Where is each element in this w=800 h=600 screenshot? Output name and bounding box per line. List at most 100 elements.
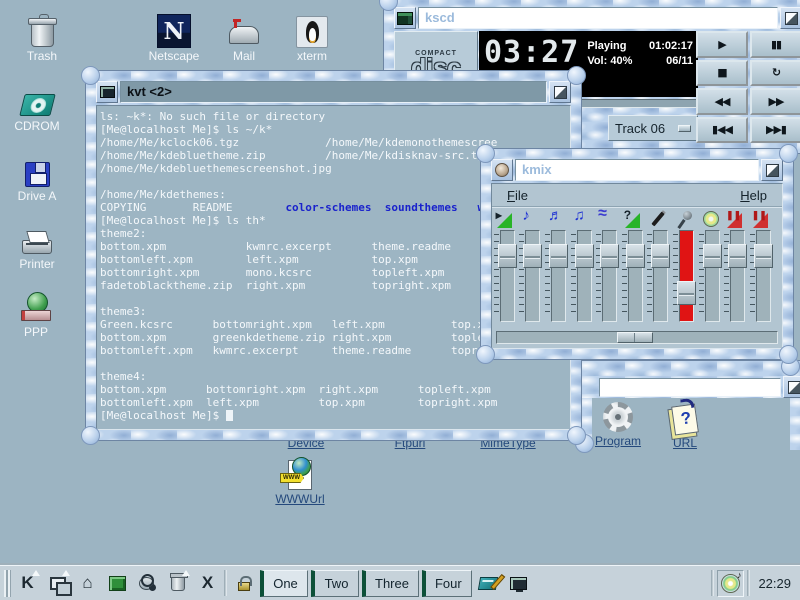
slider-ticks [673,234,678,318]
pcm-slider[interactable] [596,230,620,322]
slider-handle[interactable] [498,244,517,268]
window-menu-button[interactable] [491,159,513,181]
lock-screen-button[interactable] [230,570,257,597]
panel-app-button[interactable] [104,570,131,597]
mute-left-slider[interactable] [724,230,748,322]
rewind-icon: ◀◀ [715,95,730,108]
desktop-button-one[interactable]: One [260,570,308,597]
desktop-button-two[interactable]: Two [311,570,359,597]
maximize-button[interactable] [783,376,800,398]
desktop-button-four[interactable]: Four [422,570,472,597]
window-menu-button[interactable] [394,7,416,29]
kscd-tray-icon[interactable] [721,574,740,593]
menu-file[interactable]: File [507,188,528,203]
master-volume-slider[interactable] [494,230,518,322]
window-border[interactable] [578,360,800,376]
master-volume-channel-icon: ▸ [495,210,517,229]
desktop-icon-wwwurl[interactable]: WWW WWWUrl [260,452,340,506]
desktop-icon-drive-a[interactable]: Drive A [3,150,71,203]
mute-right-slider[interactable] [750,230,774,322]
rewind-button[interactable]: ◀◀ [696,88,748,115]
www-tag: WWW [280,473,304,483]
panel-grip[interactable] [4,570,11,597]
desktop-icon-label: Printer [3,258,71,271]
fast-forward-button[interactable]: ▶▶ [750,88,800,115]
drive-a-icon [3,150,71,188]
knotes-book-button[interactable] [475,570,502,597]
treble-slider[interactable] [545,230,569,322]
xkill-button[interactable]: X [194,570,221,597]
bass-slider[interactable] [519,230,543,322]
line-in-slider[interactable] [647,230,671,322]
panel-separator [224,570,227,596]
corner-bubble [81,426,100,445]
panel-app-icon [109,576,126,591]
mute-right-channel-icon: ❚❚ [751,210,773,229]
balance-slider[interactable] [496,331,778,344]
next-track-button[interactable]: ▶▶▮ [750,117,800,144]
desktop-icon-xterm[interactable]: xterm [278,10,346,63]
mail-icon [210,10,278,48]
trash-icon [8,10,76,48]
menu-help[interactable]: Help [740,188,767,203]
desktop-icon-label: Trash [8,50,76,63]
desktop-icon-mail[interactable]: Mail [210,10,278,63]
k-menu-button[interactable]: K [14,570,41,597]
titlebar[interactable]: kscd [394,7,800,29]
desktop-icon-label: Netscape [140,50,208,63]
slider-handle[interactable] [677,281,696,305]
loop-button[interactable]: ↻ [750,60,800,87]
window-menu-button[interactable] [96,81,118,103]
titlebar[interactable]: kmix [491,159,783,181]
recycler-icon [171,575,185,591]
recycler-button[interactable] [164,570,191,597]
maximize-icon [788,381,800,394]
popup-arrow-icon [62,570,70,576]
maximize-button[interactable] [549,81,571,103]
window-title: kvt <2> [120,81,547,103]
netscape-icon: N [140,10,208,48]
window-list-button[interactable] [44,570,71,597]
titlebar[interactable]: kvt <2> [96,81,571,103]
play-button[interactable]: ▶ [696,31,748,58]
desktop-icon-cdrom[interactable]: CDROM [3,80,71,133]
desktop-icon-url[interactable]: URL [645,396,725,450]
slider-handle[interactable] [728,244,747,268]
slider-handle[interactable] [549,244,568,268]
pause-button[interactable]: ▮▮ [750,31,800,58]
desktop-icon-trash[interactable]: Trash [8,10,76,63]
popup-arrow-icon [32,570,40,576]
kvt-terminal-button[interactable] [505,570,532,597]
previous-track-button[interactable]: ▮◀◀ [696,117,748,144]
desktop-icon-netscape[interactable]: N Netscape [140,10,208,63]
slider-handle[interactable] [754,244,773,268]
window-border[interactable] [790,398,800,450]
desktop-icon-ppp[interactable]: PPP [2,286,70,339]
maximize-button[interactable] [780,7,800,29]
home-folder-button[interactable]: ⌂ [74,570,101,597]
slider-handle[interactable] [626,244,645,268]
slider-handle[interactable] [651,244,670,268]
synth-slider[interactable] [571,230,595,322]
slider-handle[interactable] [600,244,619,268]
ppp-icon [2,286,70,324]
cd-slider[interactable] [699,230,723,322]
unknown-slider[interactable] [622,230,646,322]
taskbar: K⌂X OneTwoThreeFour 22:29 [0,565,800,600]
microphone-slider[interactable] [673,230,697,322]
next-track-icon: ▶▶▮ [766,123,786,136]
desktop-button-three[interactable]: Three [362,570,419,597]
maximize-icon [766,164,779,177]
desktop-icon-printer[interactable]: Printer [3,218,71,271]
find-files-button[interactable] [134,570,161,597]
slider-handle[interactable] [523,244,542,268]
desktop-icon-label: WWWUrl [260,493,340,506]
maximize-button[interactable] [761,159,783,181]
slider-handle[interactable] [575,244,594,268]
microphone-channel-icon [674,210,696,229]
track-selector[interactable]: Track 06 [608,115,698,141]
balance-handle[interactable] [617,332,653,343]
popup-arrow-icon [182,570,190,576]
stop-button[interactable]: ■ [696,60,748,87]
slider-handle[interactable] [703,244,722,268]
